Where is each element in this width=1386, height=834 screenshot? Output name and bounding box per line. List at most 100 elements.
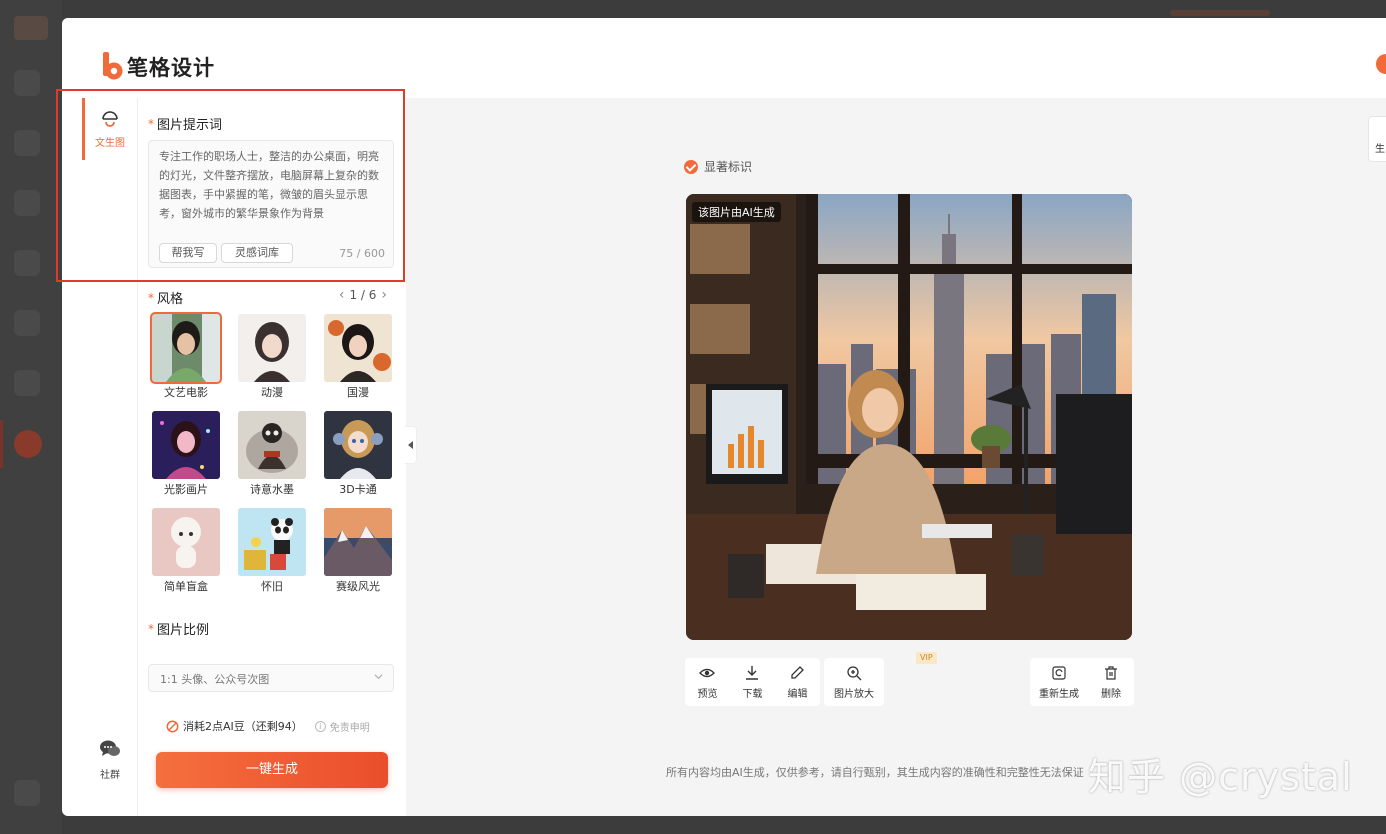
cost-info: 消耗2点AI豆（还剩94） i 免责申明 xyxy=(166,718,370,734)
chat-bubbles-icon xyxy=(99,738,121,760)
modal-header: 笔格设计 xyxy=(62,18,1386,98)
info-icon: i xyxy=(314,720,326,732)
prompt-label-text: 图片提示词 xyxy=(157,118,223,133)
background-app-rail xyxy=(0,0,62,834)
ratio-selected-value: 1:1 头像、公众号次图 xyxy=(160,673,270,686)
style-option[interactable]: 3D卡通 xyxy=(324,411,392,497)
preview-label: 预览 xyxy=(697,689,718,700)
zoom-in-icon xyxy=(847,666,862,681)
user-avatar[interactable] xyxy=(1376,54,1386,74)
watermark-toggle-label: 显著标识 xyxy=(704,160,753,174)
generated-office-image xyxy=(686,194,1132,640)
background-active-bar xyxy=(0,420,3,468)
generated-image[interactable]: 该图片由AI生成 xyxy=(686,194,1132,640)
style-thumbnail xyxy=(324,411,392,479)
prompt-textarea[interactable]: 专注工作的职场人士，整洁的办公桌面，明亮的灯光，文件整齐摆放，电脑屏幕上复杂的数… xyxy=(148,140,394,268)
required-asterisk: * xyxy=(148,621,154,636)
style-option[interactable]: 赛级风光 xyxy=(324,508,392,594)
disclaimer-link[interactable]: i 免责申明 xyxy=(314,719,370,734)
style-name: 文艺电影 xyxy=(164,386,208,399)
edit-label: 编辑 xyxy=(787,689,808,700)
rail-item-text-to-image[interactable]: 文生图 xyxy=(82,98,138,160)
history-side-tab[interactable]: 生 xyxy=(1368,116,1386,162)
image-actions-toolbar: 预览 下载 编辑 xyxy=(685,658,820,706)
background-nav-icon xyxy=(14,780,40,806)
inspiration-library-button[interactable]: 灵感词库 xyxy=(221,243,293,263)
style-label-text: 风格 xyxy=(157,292,184,307)
delete-button[interactable]: 删除 xyxy=(1088,658,1134,706)
brand-logo[interactable]: 笔格设计 xyxy=(102,52,215,82)
next-page-button[interactable]: › xyxy=(376,287,392,303)
style-option[interactable]: 动漫 xyxy=(238,314,306,400)
rail-item-label: 文生图 xyxy=(95,138,125,149)
disclaimer-text: 免责申明 xyxy=(329,722,370,734)
ratio-label-text: 图片比例 xyxy=(157,623,210,638)
style-thumbnail xyxy=(324,508,392,576)
background-nav-icon xyxy=(14,310,40,336)
background-nav-icon xyxy=(14,130,40,156)
trash-icon xyxy=(1105,666,1117,680)
style-name: 光影画片 xyxy=(164,483,208,496)
ratio-select[interactable]: 1:1 头像、公众号次图 xyxy=(148,664,394,692)
visible-watermark-toggle[interactable]: 显著标识 xyxy=(684,158,752,175)
style-name: 诗意水墨 xyxy=(250,483,294,496)
style-option[interactable]: 文艺电影 xyxy=(150,312,222,400)
cost-text: 消耗2点AI豆（还剩94） xyxy=(183,720,303,733)
collapse-panel-button[interactable] xyxy=(405,426,417,464)
background-nav-icon xyxy=(14,70,40,96)
background-nav-icon xyxy=(14,370,40,396)
preview-button[interactable]: 预览 xyxy=(685,658,730,706)
download-button[interactable]: 下载 xyxy=(730,658,775,706)
style-option[interactable]: 怀旧 xyxy=(238,508,306,594)
delete-label: 删除 xyxy=(1101,689,1121,700)
style-option[interactable]: 光影画片 xyxy=(152,411,220,497)
generation-form: * 图片提示词 专注工作的职场人士，整洁的办公桌面，明亮的灯光，文件整齐摆放，电… xyxy=(138,98,406,816)
upscale-toolbar: 图片放大 xyxy=(824,658,884,706)
caret-left-icon xyxy=(408,441,413,449)
background-logo xyxy=(14,16,48,40)
upscale-button[interactable]: 图片放大 xyxy=(824,658,884,706)
text-to-image-icon xyxy=(100,110,120,130)
required-asterisk: * xyxy=(148,116,154,131)
prompt-label: * 图片提示词 xyxy=(148,114,223,134)
style-name: 简单盲盒 xyxy=(164,580,208,593)
style-thumbnail xyxy=(152,411,220,479)
checkbox-checked-icon xyxy=(684,159,698,174)
prohibited-icon xyxy=(166,720,179,732)
style-option[interactable]: 简单盲盒 xyxy=(152,508,220,594)
background-active-icon xyxy=(14,430,42,458)
rail-item-label: 社群 xyxy=(100,770,120,781)
edit-button[interactable]: 编辑 xyxy=(775,658,820,706)
style-thumbnail xyxy=(238,508,306,576)
style-thumbnail xyxy=(150,312,222,384)
style-option[interactable]: 诗意水墨 xyxy=(238,411,306,497)
eye-icon xyxy=(699,668,715,678)
side-tab-label: 生 xyxy=(1375,144,1385,155)
regenerate-button[interactable]: 重新生成 xyxy=(1030,658,1088,706)
vip-badge: VIP xyxy=(916,652,937,664)
regenerate-toolbar: 重新生成 删除 xyxy=(1030,658,1134,706)
refresh-icon xyxy=(1052,666,1066,680)
background-nav-icon xyxy=(14,190,40,216)
prompt-text[interactable]: 专注工作的职场人士，整洁的办公桌面，明亮的灯光，文件整齐摆放，电脑屏幕上复杂的数… xyxy=(159,147,387,223)
style-thumbnail xyxy=(152,508,220,576)
style-thumbnail xyxy=(238,411,306,479)
pencil-icon xyxy=(791,666,804,679)
style-name: 怀旧 xyxy=(261,580,283,593)
mode-rail: 文生图 社群 xyxy=(82,98,138,816)
chevron-down-icon xyxy=(374,674,383,680)
style-name: 3D卡通 xyxy=(339,483,377,496)
style-name: 国漫 xyxy=(347,386,369,399)
prev-page-button[interactable]: ‹ xyxy=(334,287,350,303)
background-topbar-element xyxy=(1170,10,1270,16)
background-nav-icon xyxy=(14,250,40,276)
help-me-write-button[interactable]: 帮我写 xyxy=(159,243,217,263)
ai-content-disclaimer: 所有内容均由AI生成，仅供参考，请自行甄别，其生成内容的准确性和完整性无法保证 xyxy=(666,766,1084,779)
result-canvas: 显著标识 该图片由AI生成 预览 下载 编辑 图片放大 VIP 重新生成 删除 … xyxy=(406,98,1386,816)
required-asterisk: * xyxy=(148,290,154,305)
ratio-label: * 图片比例 xyxy=(148,619,210,639)
rail-item-community[interactable]: 社群 xyxy=(82,738,138,782)
generate-button[interactable]: 一键生成 xyxy=(156,752,388,788)
style-pager: ‹ 1 / 6 › xyxy=(334,287,392,303)
style-option[interactable]: 国漫 xyxy=(324,314,392,400)
